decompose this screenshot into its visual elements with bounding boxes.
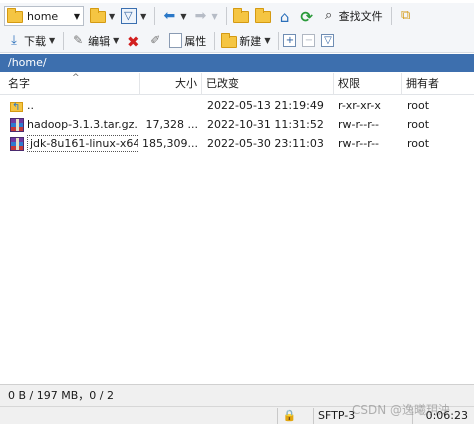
open-folder-icon xyxy=(90,8,106,23)
arrow-right-icon: ➡ xyxy=(194,8,207,24)
file-size xyxy=(140,96,198,115)
file-name-cell: ↰ .. xyxy=(10,96,138,115)
file-owner: root xyxy=(407,99,430,112)
file-list-header: 名字 ^ 大小 已改变 权限 拥有者 xyxy=(0,73,474,95)
chevron-down-icon: ▼ xyxy=(49,36,56,45)
rename-icon: ✐ xyxy=(150,32,161,47)
column-header-modified[interactable]: 已改变 xyxy=(202,73,334,95)
arrow-left-icon: ⬅ xyxy=(163,8,176,24)
toolbar-divider xyxy=(225,7,227,25)
file-name: jdk-8u161-linux-x64... xyxy=(27,135,138,152)
home-icon: ⌂ xyxy=(279,8,290,26)
toolbar-divider xyxy=(63,31,65,50)
download-button[interactable]: ⤓ 下载 ▼ xyxy=(4,30,57,52)
rename-button[interactable]: ✐ xyxy=(145,30,165,52)
file-modified: 2022-05-13 21:19:49 xyxy=(207,99,324,112)
sort-ascending-icon: ^ xyxy=(72,73,80,83)
chevron-down-icon: ▼ xyxy=(113,36,120,45)
column-header-name[interactable]: 名字 ^ xyxy=(4,73,140,95)
refresh-icon: ⟳ xyxy=(300,8,313,26)
filter-icon xyxy=(121,8,138,24)
delete-button[interactable]: ✖ xyxy=(123,30,143,52)
root-directory-button[interactable] xyxy=(253,5,273,27)
chevron-down-icon: ▼ xyxy=(180,11,187,21)
file-modified: 2022-05-30 23:11:03 xyxy=(207,137,324,150)
new-button[interactable]: 新建 ▼ xyxy=(219,30,272,52)
edit-button[interactable]: ✎ 编辑 ▼ xyxy=(68,30,121,52)
toolbar-divider xyxy=(390,7,392,25)
open-directory-button[interactable]: ▼ xyxy=(88,5,117,27)
select-files-button[interactable]: + xyxy=(283,34,297,47)
properties-button[interactable]: 属性 xyxy=(167,30,208,52)
file-permissions: r-xr-xr-x xyxy=(338,99,381,112)
filter-files-button[interactable]: ▽ xyxy=(321,34,335,47)
chevron-down-icon: ▼ xyxy=(140,11,147,21)
home-directory-button[interactable]: ⌂ xyxy=(275,5,295,27)
toolbar-divider xyxy=(214,31,216,50)
location-combo-value: home xyxy=(27,9,59,23)
file-permissions: rw-r--r-- xyxy=(338,137,380,150)
file-size: 17,328 ... xyxy=(145,118,198,131)
file-modified: 2022-10-31 11:31:52 xyxy=(207,118,324,131)
parent-folder-icon xyxy=(232,8,249,23)
forward-button[interactable]: ➡ ▼ xyxy=(190,5,219,27)
column-name-label: 名字 xyxy=(8,77,30,90)
new-folder-icon xyxy=(221,32,238,48)
file-name-cell: hadoop-3.1.3.tar.gz... xyxy=(10,115,138,134)
download-icon: ⤓ xyxy=(11,32,17,48)
column-header-permissions[interactable]: 权限 xyxy=(334,73,402,95)
toolbar-divider xyxy=(278,31,280,50)
file-row[interactable]: ↰ .. 2022-05-13 21:19:49 r-xr-xr-x root xyxy=(0,96,474,115)
file-owner: root xyxy=(407,118,430,131)
toolbar-divider xyxy=(154,7,156,25)
chevron-down-icon: ▼ xyxy=(211,11,218,21)
search-icon: ⌕ xyxy=(324,8,333,23)
file-name: .. xyxy=(27,99,34,112)
file-name-cell: jdk-8u161-linux-x64... xyxy=(10,134,138,153)
file-actions-toolbar: ⤓ 下载 ▼ ✎ 编辑 ▼ ✖ ✐ 属性 新建 ▼ + − ▽ xyxy=(0,29,474,53)
download-label: 下载 xyxy=(24,34,46,48)
properties-icon xyxy=(169,33,183,48)
lock-icon[interactable]: 🔒 xyxy=(277,408,301,424)
selection-summary: 0 B / 197 MB，0 / 2 xyxy=(8,389,114,402)
edit-label: 编辑 xyxy=(88,34,111,48)
refresh-button[interactable]: ⟳ xyxy=(297,5,317,27)
watermark: CSDN @逸曦玥泱 xyxy=(352,403,451,417)
find-files-button[interactable]: ⌕ 查找文件 xyxy=(319,5,385,27)
back-button[interactable]: ⬅ ▼ xyxy=(159,5,188,27)
archive-icon xyxy=(10,136,24,151)
tree-toggle-button[interactable]: ⧉ xyxy=(396,5,416,27)
file-permissions: rw-r--r-- xyxy=(338,118,380,131)
root-folder-icon xyxy=(254,8,271,23)
file-name: hadoop-3.1.3.tar.gz... xyxy=(27,118,138,131)
delete-icon: ✖ xyxy=(127,32,140,51)
location-combo[interactable]: home ▼ xyxy=(4,6,84,26)
new-label: 新建 xyxy=(239,34,262,48)
filter-button[interactable]: ▼ xyxy=(119,5,148,27)
column-header-owner[interactable]: 拥有者 xyxy=(402,73,474,95)
folder-icon xyxy=(7,8,23,23)
archive-icon xyxy=(10,117,24,132)
column-header-size[interactable]: 大小 xyxy=(140,73,202,95)
chevron-down-icon: ▼ xyxy=(109,11,116,21)
navigation-toolbar: home ▼ ▼ ▼ ⬅▼ ➡▼ ⌂ ⟳ ⌕ 查找文件 ⧉ xyxy=(0,3,474,29)
tree-view-icon: ⧉ xyxy=(400,8,411,23)
properties-label: 属性 xyxy=(184,34,207,48)
file-row[interactable]: jdk-8u161-linux-x64... 185,309... 2022-0… xyxy=(0,134,474,153)
edit-icon: ✎ xyxy=(73,32,84,47)
chevron-down-icon: ▼ xyxy=(264,36,271,45)
parent-directory-button[interactable] xyxy=(231,5,251,27)
file-size: 185,309... xyxy=(142,137,198,150)
file-row[interactable]: hadoop-3.1.3.tar.gz... 17,328 ... 2022-1… xyxy=(0,115,474,134)
find-files-label: 查找文件 xyxy=(338,10,383,23)
unselect-files-button[interactable]: − xyxy=(302,34,316,47)
chevron-down-icon: ▼ xyxy=(73,11,81,21)
parent-folder-icon: ↰ xyxy=(10,99,24,113)
file-owner: root xyxy=(407,137,430,150)
